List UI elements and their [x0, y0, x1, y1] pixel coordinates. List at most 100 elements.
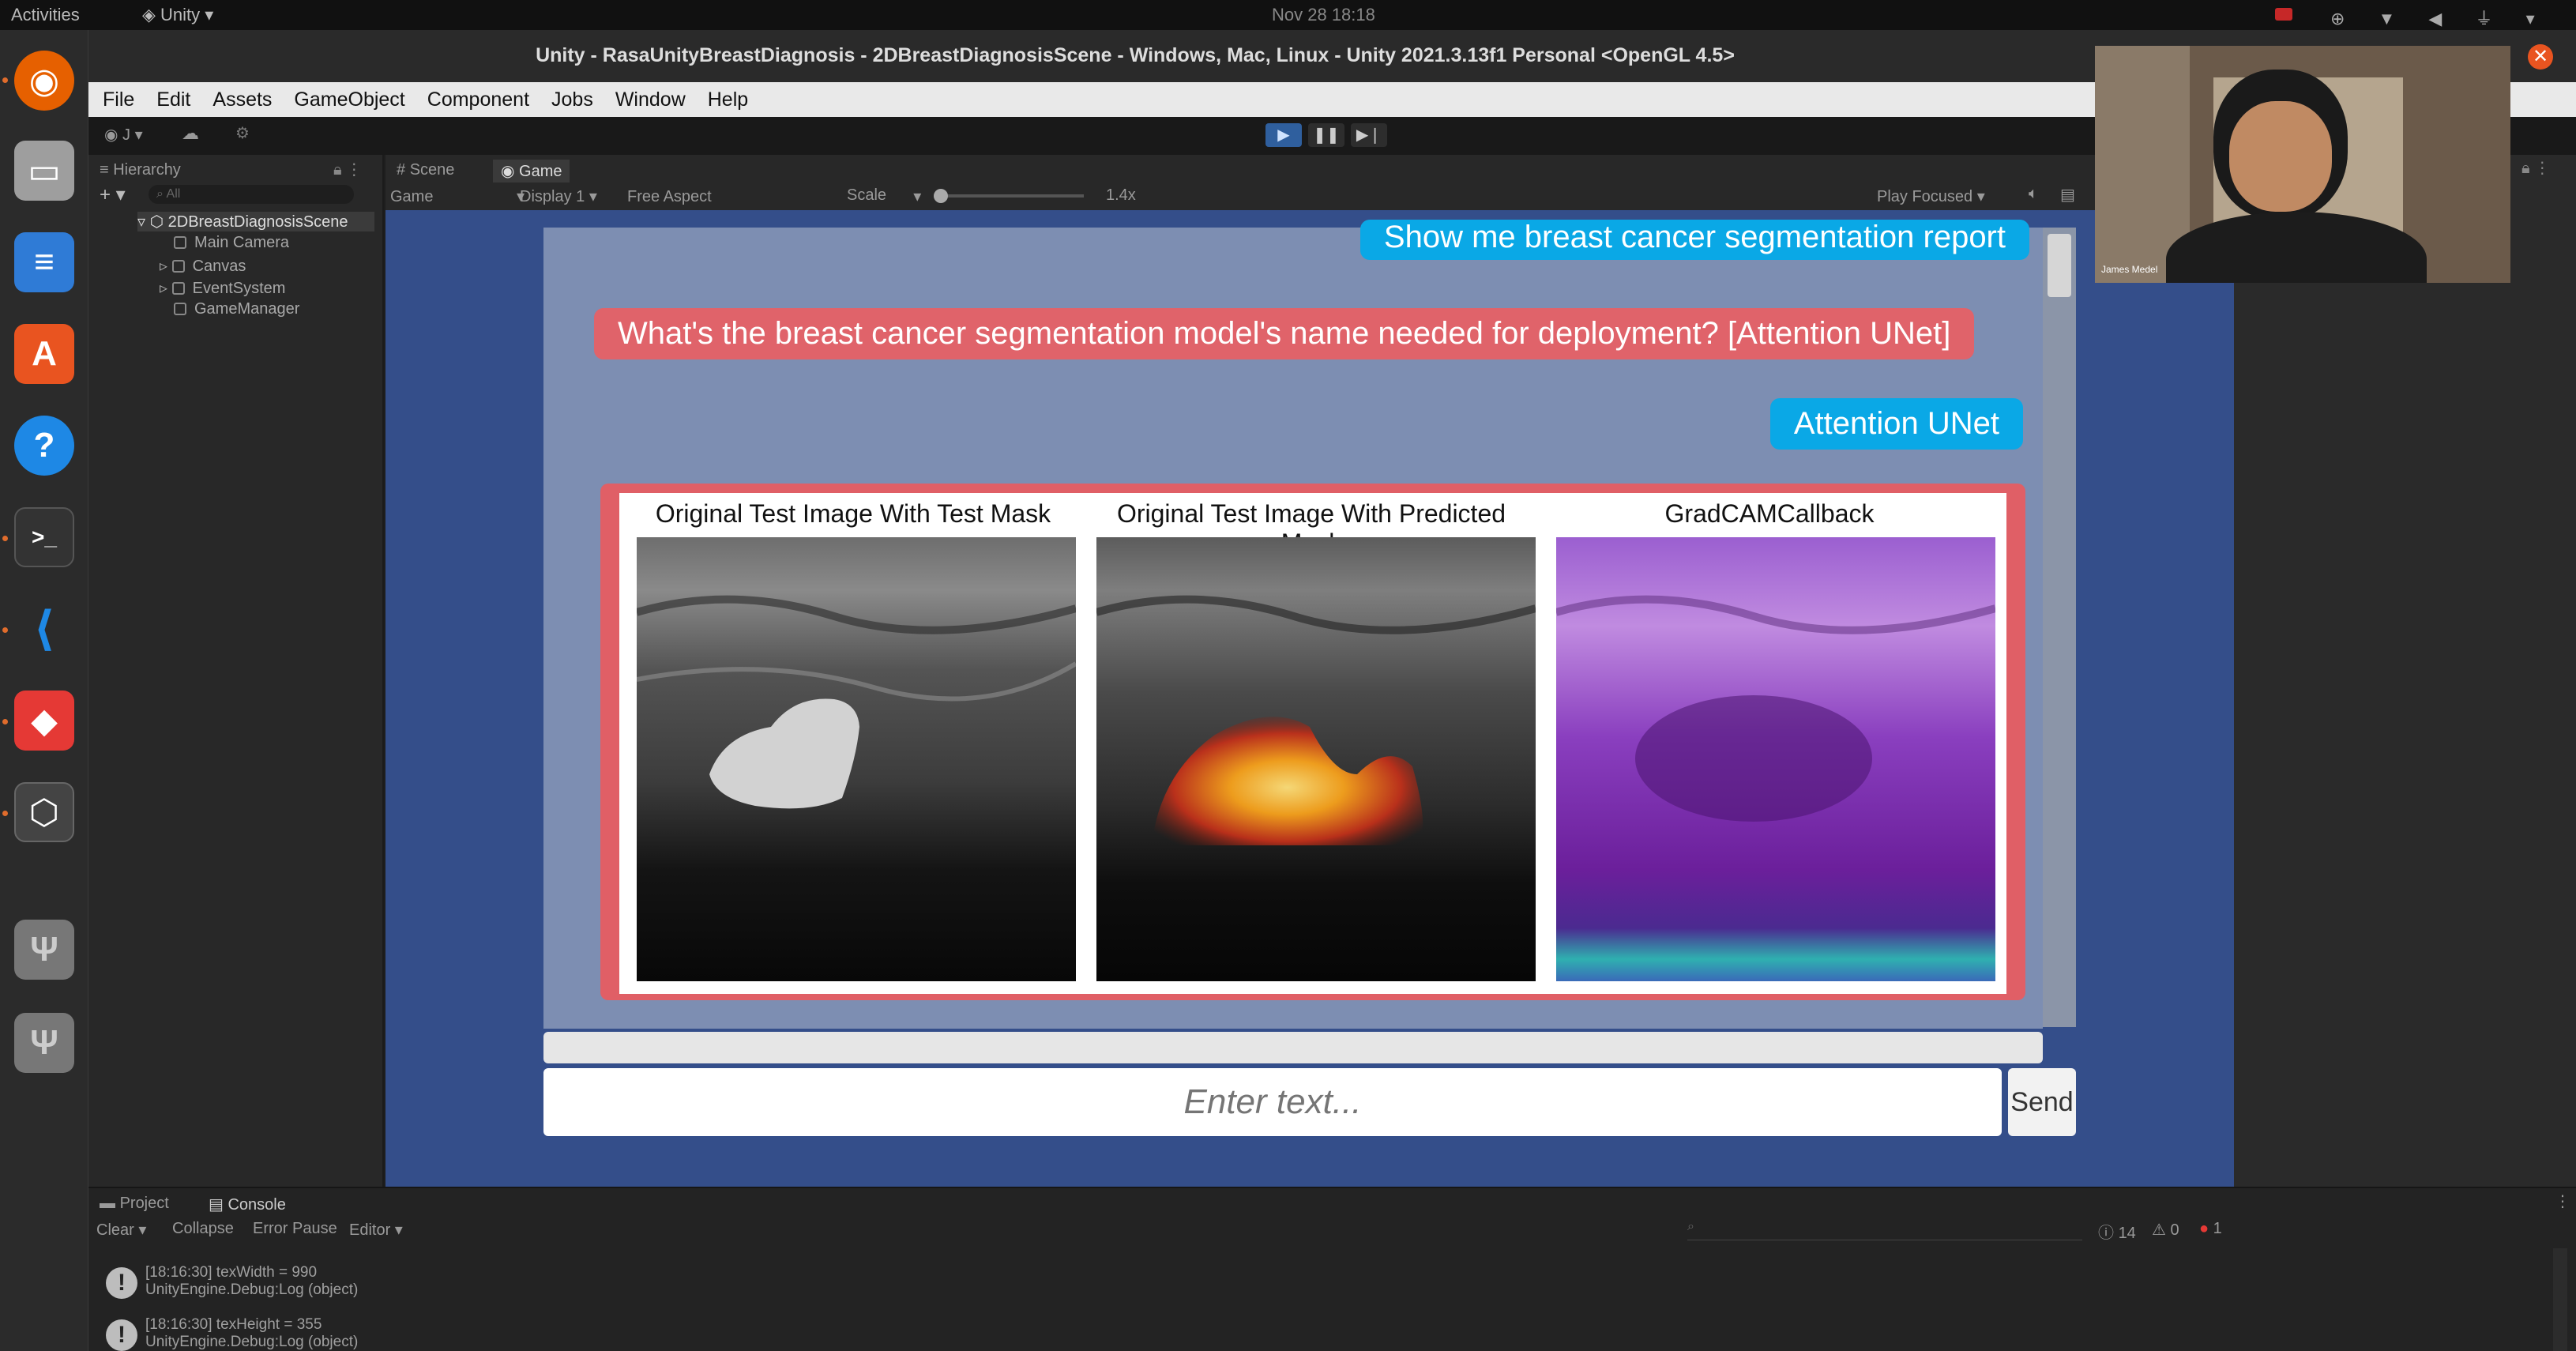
play-button[interactable]: ▶: [1265, 123, 1302, 147]
running-indicator: [2, 536, 8, 541]
scale-slider-handle[interactable]: [934, 189, 948, 203]
collapse-toggle[interactable]: Collapse: [172, 1220, 234, 1238]
clear-label: Clear: [96, 1221, 134, 1239]
hierarchy-search-text: All: [166, 187, 181, 201]
send-button[interactable]: Send: [2008, 1068, 2076, 1136]
game-view-header: # Scene ◉ Game Game ▾ Display 1 ▾ Free A…: [385, 155, 2181, 210]
clear-button[interactable]: Clear ▾: [96, 1220, 146, 1240]
tab-game-label: Game: [519, 163, 562, 180]
menu-edit[interactable]: Edit: [156, 82, 190, 117]
tree-item-main-camera[interactable]: Main Camera: [174, 234, 289, 252]
webcam-name: James Medel: [2101, 264, 2158, 275]
mute-icon[interactable]: 🔈︎: [2029, 185, 2038, 203]
chat-input[interactable]: [543, 1068, 2002, 1136]
webcam-overlay: James Medel: [2095, 46, 2510, 283]
console-search[interactable]: ⌕: [1687, 1220, 2082, 1240]
account-icon[interactable]: ◉ J ▾: [104, 125, 143, 145]
ultrasound-test-mask-image: [637, 537, 1076, 981]
activities-button[interactable]: Activities: [11, 5, 80, 25]
tree-item-label: Main Camera: [194, 234, 290, 251]
tree-item-eventsystem[interactable]: ▹ EventSystem: [160, 278, 285, 298]
tab-console-label: Console: [228, 1196, 286, 1214]
error-count[interactable]: ● 1: [2199, 1220, 2222, 1238]
log-text: [18:16:30] texWidth = 990: [145, 1264, 318, 1281]
dock: ◉ ▭ ≡ A ? >_ ⟨ ◆ ⬡ Ψ Ψ: [0, 30, 88, 1351]
tab-game[interactable]: ◉ Game: [493, 160, 570, 183]
scale-slider[interactable]: [934, 194, 1084, 198]
menu-gameobject[interactable]: GameObject: [294, 82, 404, 117]
menu-file[interactable]: File: [103, 82, 134, 117]
window-title: Unity - RasaUnityBreastDiagnosis - 2DBre…: [536, 44, 1735, 66]
recording-icon: [2275, 8, 2292, 21]
app-menu[interactable]: ◈ Unity ▾: [142, 5, 213, 25]
unity-icon[interactable]: ⬡: [14, 782, 74, 842]
files-icon[interactable]: ▭: [14, 141, 74, 201]
running-indicator: [2, 627, 8, 633]
terminal-icon[interactable]: >_: [14, 507, 74, 567]
pause-button[interactable]: ❚❚: [1308, 123, 1344, 147]
error-pause-toggle[interactable]: Error Pause: [253, 1220, 337, 1238]
scale-value: 1.4x: [1106, 186, 1136, 204]
help-icon[interactable]: ?: [14, 416, 74, 476]
clock[interactable]: Nov 28 18:18: [1272, 5, 1375, 25]
add-button[interactable]: + ▾: [100, 183, 126, 206]
menu-jobs[interactable]: Jobs: [551, 82, 593, 117]
panel-menu-icon[interactable]: 🔒︎ ⋮: [2521, 158, 2550, 178]
info-count[interactable]: ⓘ 14: [2098, 1220, 2136, 1243]
running-indicator: [2, 811, 8, 816]
gameobject-icon: [174, 303, 186, 315]
system-tray[interactable]: ⊕ ▼ ◀ ⏚ ▾: [2330, 5, 2549, 30]
error-count-value: 1: [2213, 1220, 2222, 1237]
tree-item-gamemanager[interactable]: GameManager: [174, 300, 299, 318]
log-source: UnityEngine.Debug:Log (object): [145, 1334, 359, 1350]
stats-icon[interactable]: ▤: [2060, 185, 2075, 205]
running-indicator: [2, 719, 8, 724]
menu-assets[interactable]: Assets: [212, 82, 272, 117]
log-entry[interactable]: [18:16:30] texWidth = 990 UnityEngine.Deb…: [145, 1264, 358, 1299]
tab-console[interactable]: ▤ Console: [209, 1195, 286, 1214]
info-count-value: 14: [2118, 1225, 2136, 1242]
software-icon[interactable]: A: [14, 324, 74, 384]
firefox-icon[interactable]: ◉: [14, 51, 74, 111]
writer-icon[interactable]: ≡: [14, 232, 74, 292]
cloud-icon[interactable]: ☁: [182, 123, 199, 144]
warning-count[interactable]: ⚠ 0: [2152, 1220, 2179, 1240]
console-menu-icon[interactable]: ⋮: [2555, 1191, 2570, 1211]
usb-icon[interactable]: Ψ: [14, 920, 74, 980]
running-indicator: [2, 77, 8, 83]
log-source: UnityEngine.Debug:Log (object): [145, 1281, 359, 1298]
usb-icon[interactable]: Ψ: [14, 1013, 74, 1073]
tree-item-label: EventSystem: [192, 280, 286, 297]
hierarchy-tab[interactable]: ≡ Hierarchy: [100, 161, 181, 179]
tab-scene[interactable]: # Scene: [397, 161, 454, 179]
menu-help[interactable]: Help: [708, 82, 748, 117]
console-scrollbar[interactable]: [2553, 1248, 2567, 1351]
person-face: [2229, 101, 2332, 212]
menu-component[interactable]: Component: [427, 82, 529, 117]
warning-count-value: 0: [2170, 1221, 2179, 1239]
ultrasound-predicted-mask-image: [1096, 537, 1536, 981]
chat-message-user: Attention UNet: [1769, 398, 2023, 450]
chat-scrollbar[interactable]: [2043, 228, 2076, 1027]
anydesk-icon[interactable]: ◆: [14, 691, 74, 751]
display-dropdown[interactable]: Display 1 ▾: [520, 186, 597, 206]
hierarchy-search[interactable]: ⌕ All: [149, 185, 354, 204]
mode-dropdown-label: Game: [390, 188, 434, 205]
lock-icon[interactable]: 🔒︎ ⋮: [333, 160, 362, 179]
tree-item-label: GameManager: [194, 300, 300, 318]
chat-scrollbar-thumb[interactable]: [2048, 234, 2071, 297]
log-entry[interactable]: [18:16:30] texHeight = 355 UnityEngine.De…: [145, 1316, 358, 1351]
scene-root[interactable]: ▿ ⬡ 2DBreastDiagnosisScene: [137, 212, 374, 231]
step-button[interactable]: ▶❘: [1351, 123, 1387, 147]
display-dropdown-label: Display 1: [520, 188, 585, 205]
close-icon[interactable]: ✕: [2528, 44, 2553, 70]
horizontal-scrollbar[interactable]: [543, 1032, 2043, 1063]
tab-project[interactable]: ▬ Project: [100, 1195, 169, 1213]
menu-window[interactable]: Window: [615, 82, 686, 117]
mode-dropdown[interactable]: Game ▾: [390, 186, 525, 206]
tree-item-canvas[interactable]: ▹ Canvas: [160, 256, 246, 276]
play-focused-dropdown[interactable]: Play Focused ▾: [1877, 186, 1985, 206]
collab-icon[interactable]: ⚙: [235, 123, 250, 143]
editor-dropdown[interactable]: Editor ▾: [349, 1220, 403, 1240]
vscode-icon[interactable]: ⟨: [14, 599, 74, 659]
